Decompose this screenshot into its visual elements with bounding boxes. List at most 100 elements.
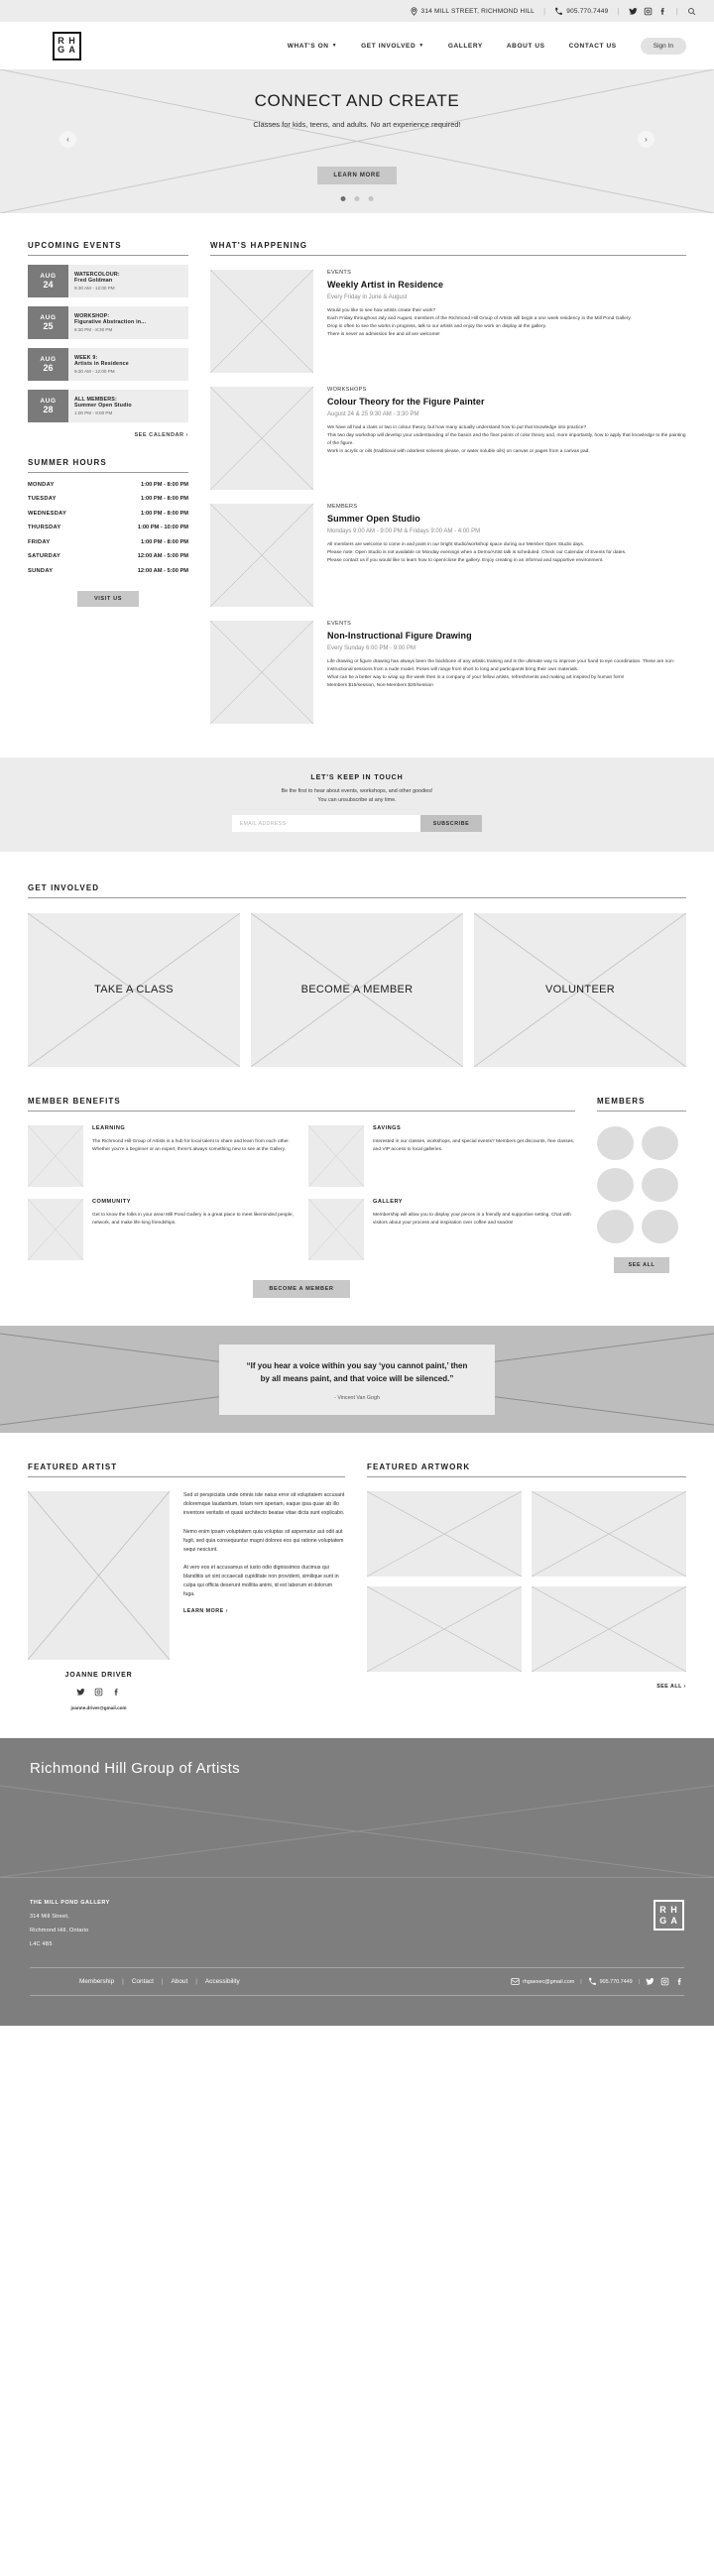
carousel-dot-3[interactable] (368, 196, 374, 201)
twitter-icon[interactable] (646, 1977, 654, 1986)
sign-in-button[interactable]: Sign In (640, 37, 686, 55)
artwork-tile[interactable] (532, 1586, 686, 1673)
twitter-icon[interactable] (76, 1688, 85, 1697)
event-name: Summer Open Studio (74, 403, 132, 410)
artwork-tile[interactable] (367, 1491, 522, 1578)
divider (210, 255, 686, 256)
happening-title: Colour Theory for the Figure Painter (327, 397, 485, 407)
subscribe-button[interactable]: SUBSCRIBE (419, 815, 483, 833)
event-list-item[interactable]: AUG 25 WORKSHOP: Figurative Abstraction … (28, 306, 188, 339)
twitter-icon[interactable] (629, 7, 638, 16)
footer-contact: rhgaexec@gmail.com | 905.770.7449 | (511, 1977, 684, 1986)
facebook-icon[interactable] (658, 7, 667, 16)
avatar[interactable] (642, 1126, 678, 1161)
nav-item-contact-us[interactable]: CONTACT US (569, 43, 617, 50)
divider: | (161, 1978, 164, 1986)
members-heading: MEMBERS (597, 1097, 646, 1107)
hours-row: FRIDAY 1:00 PM - 8:00 PM (28, 539, 188, 545)
footer-email-item[interactable]: rhgaexec@gmail.com (511, 1977, 574, 1986)
main-navigation: WHAT'S ON ▼ GET INVOLVED ▼ GALLERY ABOUT U… (288, 37, 696, 55)
nav-label: ABOUT US (506, 42, 545, 50)
instagram-icon[interactable] (94, 1688, 103, 1697)
address-text: 314 MILL STREET, RICHMOND HILL (420, 7, 535, 15)
carousel-next-arrow[interactable]: › (638, 131, 654, 148)
happening-thumbnail (210, 387, 313, 490)
avatar[interactable] (597, 1126, 634, 1161)
site-logo[interactable]: R H G A (53, 31, 81, 60)
benefit-description: Membership will allow you to display you… (373, 1213, 571, 1227)
nav-item-about-us[interactable]: ABOUT US (507, 43, 545, 50)
avatar[interactable] (642, 1168, 678, 1203)
artwork-tile[interactable] (532, 1491, 686, 1578)
featured-artist-block: FEATURED ARTIST JOANNE DRIVER joanne.dri… (28, 1463, 345, 1710)
carousel-prev-arrow[interactable]: ‹ (60, 131, 76, 148)
hero-learn-more-button[interactable]: LEARN MORE (317, 167, 397, 184)
happening-title: Non-Instructional Figure Drawing (327, 631, 472, 641)
get-involved-card-volunteer[interactable]: VOLUNTEER (474, 913, 686, 1068)
phone-icon (588, 1978, 596, 1986)
members-see-all-button[interactable]: SEE ALL (613, 1257, 670, 1274)
location-pin-icon (410, 6, 417, 16)
instagram-icon[interactable] (644, 7, 653, 16)
chevron-down-icon: ▼ (418, 42, 424, 49)
benefit-title: GALLERY (373, 1199, 404, 1206)
facebook-icon[interactable] (675, 1977, 684, 1986)
footer-link-about[interactable]: About (172, 1978, 188, 1985)
avatar[interactable] (597, 1210, 634, 1244)
footer-link-contact[interactable]: Contact (132, 1978, 154, 1985)
footer-logo-line-1: R H (659, 1905, 678, 1916)
newsletter-line-2: You can unsubscribe at any time. (317, 796, 397, 803)
divider: | (617, 6, 620, 16)
nav-item-whats-on[interactable]: WHAT'S ON ▼ (288, 43, 337, 50)
summer-hours-block: SUMMER HOURS MONDAY 1:00 PM - 8:00 PM TUE… (28, 458, 188, 607)
happening-thumbnail (210, 504, 313, 607)
events-happening-section: UPCOMING EVENTS AUG 24 WATERCOLOUR: Fred… (28, 213, 686, 724)
featured-artist-learn-more-link[interactable]: LEARN MORE › (183, 1608, 345, 1614)
nav-item-gallery[interactable]: GALLERY (448, 43, 483, 50)
avatar[interactable] (642, 1210, 678, 1244)
visit-us-button[interactable]: VISIT US (76, 590, 140, 607)
footer-street: 314 Mill Street, (30, 1914, 69, 1921)
nav-item-get-involved[interactable]: GET INVOLVED ▼ (361, 43, 424, 50)
divider (28, 472, 188, 473)
event-list-item[interactable]: AUG 28 ALL MEMBERS: Summer Open Studio 1… (28, 390, 188, 422)
artwork-see-all-link[interactable]: SEE ALL › (367, 1684, 686, 1690)
placeholder-cross-icon (28, 1125, 83, 1188)
featured-artist-email[interactable]: joanne.driver@gmail.com (28, 1705, 170, 1710)
newsletter-line-1: Be the first to hear about events, works… (281, 788, 433, 794)
carousel-dot-1[interactable] (340, 196, 346, 201)
event-list-item[interactable]: AUG 24 WATERCOLOUR: Fred Goldman 9:30 AM… (28, 265, 188, 297)
email-input[interactable] (231, 815, 420, 833)
happening-item[interactable]: EVENTS Weekly Artist in Residence Every … (210, 270, 686, 373)
map-banner[interactable]: Richmond Hill Group of Artists (0, 1738, 714, 1878)
address-item[interactable]: 314 MILL STREET, RICHMOND HILL (410, 6, 535, 16)
phone-item[interactable]: 905.770.7449 (554, 7, 608, 16)
quote-text: “If you hear a voice within you say ‘you… (246, 1360, 468, 1383)
facebook-icon[interactable] (112, 1688, 121, 1697)
happening-item[interactable]: MEMBERS Summer Open Studio Mondays 9:00 … (210, 504, 686, 607)
footer-phone-item[interactable]: 905.770.7449 (588, 1977, 633, 1986)
benefit-title: COMMUNITY (92, 1199, 131, 1206)
see-calendar-link[interactable]: SEE CALENDAR › (28, 432, 188, 438)
footer-link-membership[interactable]: Membership (79, 1978, 114, 1985)
carousel-dot-2[interactable] (354, 196, 360, 201)
benefit-text: SAVINGS Interested in our classes, works… (373, 1125, 575, 1187)
avatar[interactable] (597, 1168, 634, 1203)
footer-logo[interactable]: R H G A (654, 1900, 684, 1932)
event-name: Artists in Residence (74, 361, 129, 368)
become-a-member-button[interactable]: BECOME A MEMBER (253, 1280, 350, 1299)
featured-artist-social-links (28, 1688, 170, 1697)
events-sidebar: UPCOMING EVENTS AUG 24 WATERCOLOUR: Fred… (28, 241, 188, 724)
happening-item[interactable]: EVENTS Non-Instructional Figure Drawing … (210, 621, 686, 724)
happening-item[interactable]: WORKSHOPS Colour Theory for the Figure P… (210, 387, 686, 490)
search-icon[interactable] (687, 7, 696, 16)
footer-logo-line-2: G A (659, 1915, 678, 1926)
event-list-item[interactable]: AUG 26 WEEK 9: Artists in Residence 9:30… (28, 348, 188, 381)
footer-link-accessibility[interactable]: Accessibility (205, 1978, 240, 1985)
get-involved-card-take-a-class[interactable]: TAKE A CLASS (28, 913, 240, 1068)
get-involved-card-become-a-member[interactable]: BECOME A MEMBER (251, 913, 463, 1068)
instagram-icon[interactable] (660, 1977, 669, 1986)
artwork-tile[interactable] (367, 1586, 522, 1673)
hours-day: FRIDAY (28, 538, 51, 545)
carousel-dots (340, 196, 374, 201)
